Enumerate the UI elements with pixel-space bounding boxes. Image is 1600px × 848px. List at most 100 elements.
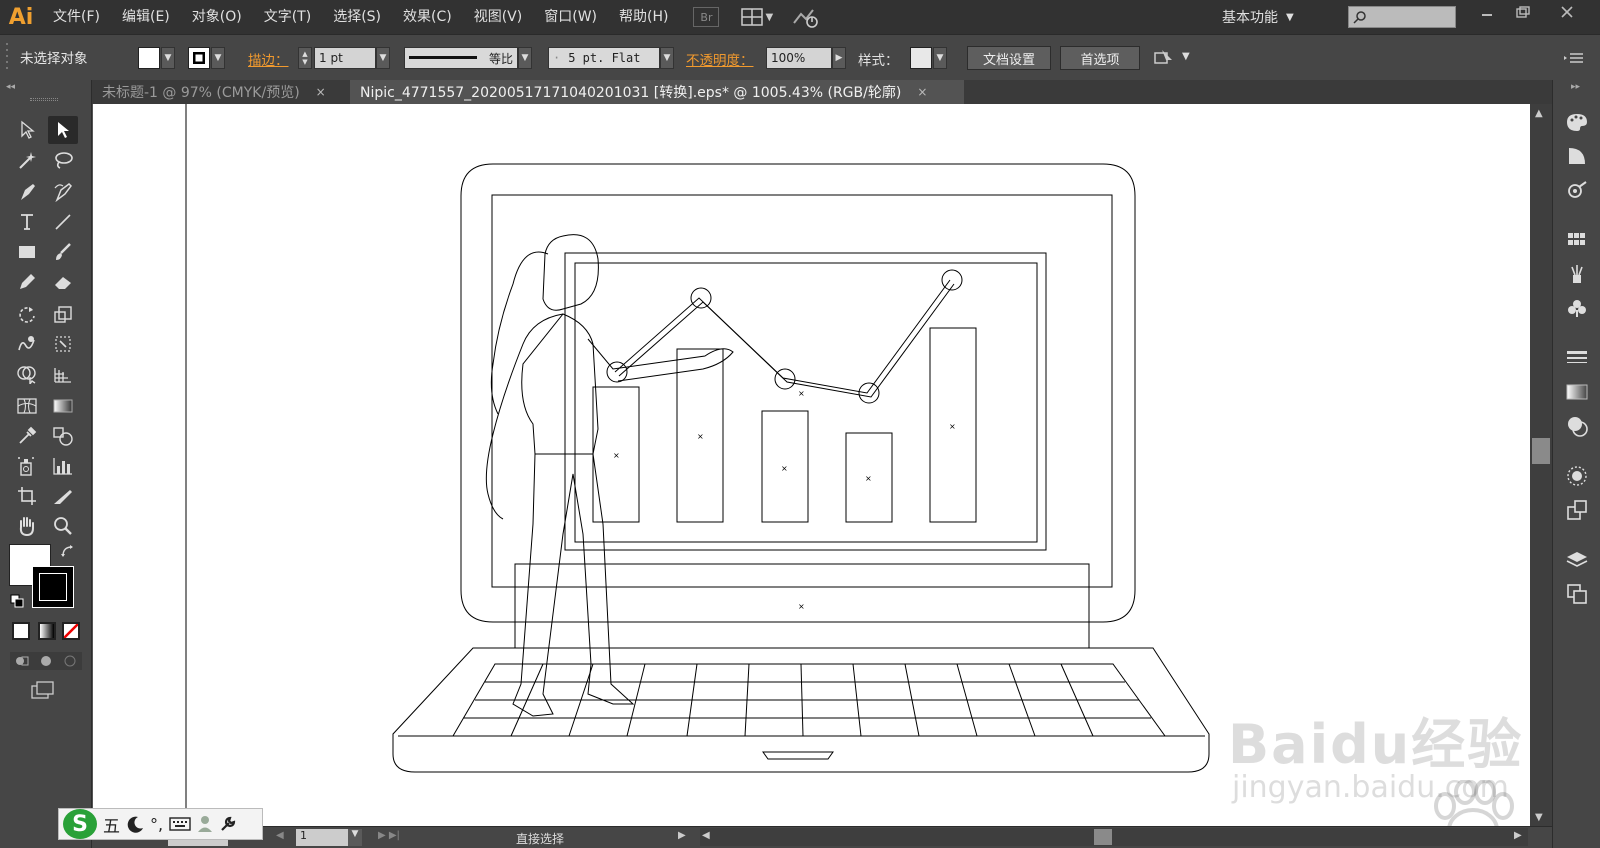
- perspective-grid-tool[interactable]: [48, 360, 78, 388]
- zoom-tool[interactable]: [48, 512, 78, 540]
- artboards-panel-button[interactable]: [1565, 582, 1589, 606]
- screen-mode-icon[interactable]: [30, 680, 56, 700]
- eyedropper-tool[interactable]: [12, 422, 42, 450]
- document-setup-button[interactable]: 文档设置: [967, 46, 1051, 70]
- menu-view[interactable]: 视图(V): [463, 0, 534, 34]
- color-guide-panel-button[interactable]: [1565, 144, 1589, 168]
- type-tool[interactable]: [12, 208, 42, 236]
- brushes-panel-button[interactable]: [1565, 262, 1589, 286]
- ime-logo[interactable]: S: [63, 809, 97, 839]
- menu-file[interactable]: 文件(F): [42, 0, 111, 34]
- pencil-tool[interactable]: [12, 268, 42, 296]
- opacity-label[interactable]: 不透明度：: [686, 49, 754, 69]
- bridge-button[interactable]: Br: [693, 7, 720, 27]
- stroke-label[interactable]: 描边：: [248, 49, 289, 69]
- shape-builder-tool[interactable]: [12, 360, 42, 388]
- brush-definition[interactable]: · 5 pt. Flat: [548, 47, 660, 69]
- expand-panels-icon[interactable]: ▸▸: [1571, 82, 1580, 92]
- brush-dropdown[interactable]: ▼: [660, 47, 674, 69]
- tab-nipic-eps[interactable]: Nipic_4771557_20200517171040201031 [转换].…: [350, 80, 964, 104]
- mesh-tool[interactable]: [12, 392, 42, 420]
- line-tool[interactable]: [48, 208, 78, 236]
- scroll-right-icon[interactable]: ▶: [1514, 830, 1522, 841]
- next-artboard-icon[interactable]: ▶ ▶|: [378, 830, 400, 841]
- eraser-tool[interactable]: [48, 268, 78, 296]
- tab-untitled[interactable]: 未标题-1 @ 97% (CMYK/预览) ×: [92, 80, 350, 104]
- vertical-scrollbar[interactable]: ▲ ▼: [1530, 104, 1552, 826]
- fill-dropdown[interactable]: ▼: [161, 47, 175, 69]
- restore-button[interactable]: [1506, 0, 1540, 24]
- scroll-left-icon[interactable]: ◀: [702, 830, 710, 841]
- slice-tool[interactable]: [48, 482, 78, 510]
- chevron-down-icon[interactable]: ▼: [1182, 51, 1190, 62]
- blend-tool[interactable]: [48, 422, 78, 450]
- symbols-panel-button[interactable]: [1565, 296, 1589, 320]
- close-tab-icon[interactable]: ×: [917, 85, 927, 99]
- wrench-icon[interactable]: [219, 815, 237, 833]
- menu-select[interactable]: 选择(S): [322, 0, 392, 34]
- collapse-panel-icon[interactable]: ◂◂: [6, 82, 15, 92]
- search-input[interactable]: [1348, 6, 1456, 28]
- stroke-weight-input[interactable]: 1 pt: [314, 47, 376, 69]
- artboard-number-field[interactable]: 1: [296, 829, 348, 846]
- none-mode-button[interactable]: [62, 622, 80, 640]
- preferences-button[interactable]: 首选项: [1060, 46, 1140, 70]
- style-dropdown[interactable]: ▼: [933, 47, 947, 69]
- variable-width-profile[interactable]: 等比: [404, 47, 518, 69]
- warp-tool[interactable]: [12, 330, 42, 358]
- asset-export-panel-button[interactable]: [1565, 498, 1589, 522]
- transparency-panel-button[interactable]: [1565, 414, 1589, 438]
- artboard-dropdown[interactable]: ▼: [348, 829, 362, 846]
- close-tab-icon[interactable]: ×: [316, 85, 326, 99]
- horizontal-scrollbar[interactable]: ◀ ▶: [700, 828, 1528, 846]
- scale-tool[interactable]: [48, 300, 78, 328]
- swap-fill-stroke-icon[interactable]: [60, 544, 76, 560]
- user-icon[interactable]: [197, 815, 213, 833]
- draw-behind-icon[interactable]: [38, 654, 54, 668]
- stroke-panel-button[interactable]: [1565, 346, 1589, 370]
- paintbrush-tool[interactable]: [48, 238, 78, 266]
- graphic-style-swatch[interactable]: [910, 47, 932, 69]
- profile-dropdown[interactable]: ▼: [518, 47, 532, 69]
- color-panel-button[interactable]: [1565, 110, 1589, 134]
- stroke-swatch[interactable]: [188, 47, 210, 69]
- gradient-panel-button[interactable]: [1565, 380, 1589, 404]
- close-window-button[interactable]: [1550, 0, 1584, 24]
- menu-effect[interactable]: 效果(C): [392, 0, 463, 34]
- magic-wand-tool[interactable]: [12, 146, 42, 174]
- color-mode-button[interactable]: [12, 622, 30, 640]
- symbol-sprayer-tool[interactable]: [12, 452, 42, 480]
- stroke-color-box[interactable]: [32, 566, 74, 608]
- menu-edit[interactable]: 编辑(E): [111, 0, 181, 34]
- panel-menu-icon[interactable]: [1564, 51, 1584, 65]
- hand-tool[interactable]: [12, 512, 42, 540]
- fill-swatch[interactable]: [138, 47, 160, 69]
- column-graph-tool[interactable]: [48, 452, 78, 480]
- stroke-weight-dropdown[interactable]: ▼: [376, 47, 390, 69]
- rectangle-tool[interactable]: [12, 238, 42, 266]
- selection-tool[interactable]: [12, 116, 42, 144]
- default-colors-icon[interactable]: [10, 594, 24, 608]
- opacity-slider-button[interactable]: ▶: [832, 47, 846, 69]
- moon-icon[interactable]: [126, 815, 144, 833]
- gpu-performance-icon[interactable]: [791, 6, 819, 28]
- isolate-object-icon[interactable]: [1152, 48, 1176, 68]
- scroll-down-icon[interactable]: ▼: [1535, 812, 1543, 823]
- menu-window[interactable]: 窗口(W): [533, 0, 608, 34]
- menu-help[interactable]: 帮助(H): [608, 0, 679, 34]
- workspace-switcher[interactable]: 基本功能 ▼: [1222, 0, 1294, 34]
- draw-inside-icon[interactable]: [62, 654, 78, 668]
- keyboard-icon[interactable]: [169, 816, 191, 832]
- curvature-tool[interactable]: [48, 178, 78, 206]
- layers-panel-button[interactable]: [1565, 548, 1589, 572]
- appearance-panel-button[interactable]: [1565, 178, 1589, 202]
- ime-mode[interactable]: 五: [103, 812, 120, 837]
- scroll-up-icon[interactable]: ▲: [1535, 108, 1543, 119]
- direct-selection-tool[interactable]: [48, 116, 78, 144]
- arrange-documents-button[interactable]: ▼: [741, 8, 773, 26]
- horizontal-scroll-thumb[interactable]: [1094, 829, 1112, 845]
- rotate-tool[interactable]: [12, 300, 42, 328]
- free-transform-tool[interactable]: [48, 330, 78, 358]
- swatches-panel-button[interactable]: [1565, 228, 1589, 252]
- stroke-weight-stepper[interactable]: ▲ ▼: [298, 47, 312, 69]
